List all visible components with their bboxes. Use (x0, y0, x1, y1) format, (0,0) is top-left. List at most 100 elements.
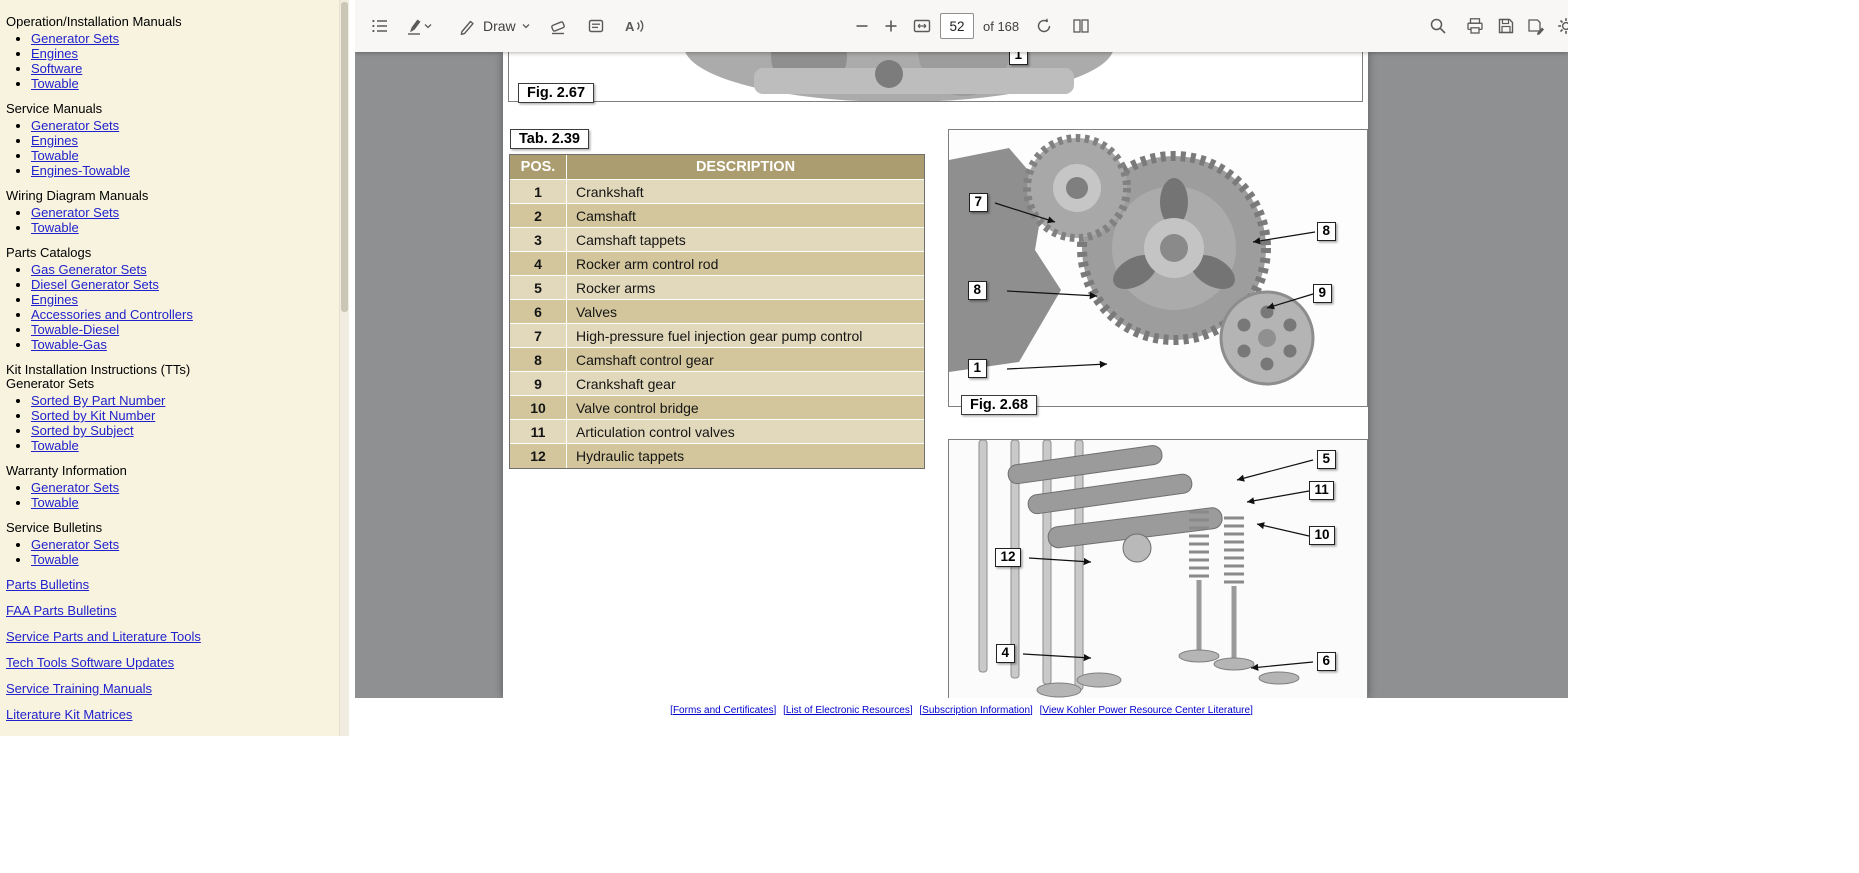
sidebar-link-service-bulletins-towable[interactable]: Towable (31, 552, 79, 567)
page-view-button[interactable] (1066, 11, 1096, 41)
sidebar-link-parts-catalogs-accessories-and-controllers[interactable]: Accessories and Controllers (31, 307, 193, 322)
figure-callout-9: 9 (1313, 284, 1332, 303)
sidebar-link-service-manuals-towable[interactable]: Towable (31, 148, 79, 163)
footer-link-subscription-information[interactable]: Subscription Information (922, 705, 1030, 716)
sidebar-link-parts-catalogs-towable-gas[interactable]: Towable-Gas (31, 337, 107, 352)
add-text-button[interactable] (581, 11, 611, 41)
pos-cell: 11 (510, 420, 567, 444)
sidebar-link-literature-kit-matrices[interactable]: Literature Kit Matrices (6, 707, 132, 722)
zoom-out-button[interactable] (847, 11, 877, 41)
sidebar-section-heading: Parts Catalogs (6, 245, 337, 260)
table-row: 7High-pressure fuel injection gear pump … (510, 324, 924, 348)
page-view-icon (1071, 16, 1091, 36)
gear-train-image (949, 130, 1367, 406)
sidebar-link-kit-installation-instructions-tts-sorted-by-subject[interactable]: Sorted by Subject (31, 423, 134, 438)
sidebar-scrollbar-thumb[interactable] (341, 2, 348, 312)
sidebar-link-tech-tools-software-updates[interactable]: Tech Tools Software Updates (6, 655, 174, 670)
fit-width-icon (912, 16, 932, 36)
pdf-page: 1 Fig. 2.67 Tab. 2.39 POS.DESCRIPTION 1C… (503, 52, 1368, 698)
figure-callout-12: 12 (995, 548, 1021, 567)
sidebar-link-parts-catalogs-towable-diesel[interactable]: Towable-Diesel (31, 322, 119, 337)
sidebar-link-service-manuals-engines[interactable]: Engines (31, 133, 78, 148)
print-button[interactable] (1460, 11, 1490, 41)
sidebar-list-item: Towable-Gas (31, 337, 337, 352)
save-button[interactable] (1491, 11, 1521, 41)
sidebar-link-wiring-diagram-manuals-generator-sets[interactable]: Generator Sets (31, 205, 119, 220)
sidebar-link-parts-catalogs-diesel-generator-sets[interactable]: Diesel Generator Sets (31, 277, 159, 292)
figure-2-68: 78891 (948, 129, 1368, 407)
footer-link-forms-and-certificates[interactable]: Forms and Certificates (673, 705, 774, 716)
footer-link-view-kohler-power-resource-center-literature[interactable]: View Kohler Power Resource Center Litera… (1042, 705, 1250, 716)
sidebar-section-warranty-information: Warranty InformationGenerator SetsTowabl… (6, 463, 337, 510)
draw-chevron-icon (521, 21, 531, 31)
sidebar-link-warranty-information-generator-sets[interactable]: Generator Sets (31, 480, 119, 495)
fit-width-button[interactable] (907, 11, 937, 41)
footer-link-list-of-electronic-resources[interactable]: List of Electronic Resources (786, 705, 910, 716)
zoom-in-button[interactable] (876, 11, 906, 41)
sidebar-section-service-bulletins: Service BulletinsGenerator SetsTowable (6, 520, 337, 567)
pos-cell: 2 (510, 204, 567, 228)
table-row: 3Camshaft tappets (510, 228, 924, 252)
sidebar-link-wiring-diagram-manuals-towable[interactable]: Towable (31, 220, 79, 235)
sidebar-section-subheading: Generator Sets (6, 376, 337, 391)
sidebar-link-kit-installation-instructions-tts-towable[interactable]: Towable (31, 438, 79, 453)
table-row: 1Crankshaft (510, 180, 924, 204)
rotate-button[interactable] (1029, 11, 1059, 41)
save-icon (1496, 16, 1516, 36)
sidebar-list-item: Towable (31, 552, 337, 567)
sidebar-section-operation-installation-manuals: Operation/Installation ManualsGenerator … (6, 14, 337, 91)
settings-button[interactable] (1551, 11, 1568, 41)
sidebar-section-heading: Kit Installation Instructions (TTs) (6, 362, 337, 377)
sidebar-list-item: Engines-Towable (31, 163, 337, 178)
sidebar-link-service-parts-and-literature-tools[interactable]: Service Parts and Literature Tools (6, 629, 201, 644)
page-number-input[interactable] (940, 13, 974, 39)
figure-callout-1: 1 (1009, 52, 1028, 65)
sidebar-link-parts-bulletins[interactable]: Parts Bulletins (6, 577, 89, 592)
erase-tool-button[interactable] (543, 11, 573, 41)
sidebar-link-parts-catalogs-gas-generator-sets[interactable]: Gas Generator Sets (31, 262, 147, 277)
sidebar-list-item: Sorted by Kit Number (31, 408, 337, 423)
print-icon (1465, 16, 1485, 36)
sidebar-standalone-link-row: Service Parts and Literature Tools (6, 629, 337, 644)
draw-tool-button[interactable]: Draw (453, 11, 536, 41)
sidebar-scrollbar[interactable] (339, 0, 349, 736)
description-cell: Hydraulic tappets (567, 444, 924, 468)
description-cell: Valve control bridge (567, 396, 924, 420)
figure-callout-6: 6 (1317, 652, 1336, 671)
sidebar-list-item: Diesel Generator Sets (31, 277, 337, 292)
sidebar-link-operation-installation-manuals-software[interactable]: Software (31, 61, 82, 76)
sidebar-section-list: Generator SetsTowable (6, 205, 337, 235)
sidebar-standalone-link-row: Literature Kit Matrices (6, 707, 337, 722)
sidebar-link-service-bulletins-generator-sets[interactable]: Generator Sets (31, 537, 119, 552)
parts-table: POS.DESCRIPTION 1Crankshaft2Camshaft3Cam… (509, 154, 925, 469)
sidebar-list-item: Engines (31, 46, 337, 61)
search-button[interactable] (1423, 11, 1453, 41)
footer-link-segment: [Forms and Certificates] (670, 705, 776, 716)
sidebar-link-kit-installation-instructions-tts-sorted-by-part-number[interactable]: Sorted By Part Number (31, 393, 165, 408)
figure-callout-11: 11 (1309, 481, 1334, 500)
sidebar-link-service-manuals-generator-sets[interactable]: Generator Sets (31, 118, 119, 133)
table-row: 2Camshaft (510, 204, 924, 228)
highlight-chevron-icon[interactable] (421, 11, 435, 41)
table-of-contents-button[interactable] (365, 11, 395, 41)
sidebar-list-item: Generator Sets (31, 205, 337, 220)
sidebar-link-kit-installation-instructions-tts-sorted-by-kit-number[interactable]: Sorted by Kit Number (31, 408, 155, 423)
figure-valvetrain: 511101246 (948, 439, 1368, 698)
sidebar-link-parts-catalogs-engines[interactable]: Engines (31, 292, 78, 307)
sidebar-link-service-training-manuals[interactable]: Service Training Manuals (6, 681, 152, 696)
sidebar-section-list: Generator SetsTowable (6, 537, 337, 567)
sidebar-link-faa-parts-bulletins[interactable]: FAA Parts Bulletins (6, 603, 117, 618)
save-as-button[interactable] (1521, 11, 1551, 41)
sidebar-link-operation-installation-manuals-generator-sets[interactable]: Generator Sets (31, 31, 119, 46)
sidebar-section-heading: Wiring Diagram Manuals (6, 188, 337, 203)
sidebar-list-item: Engines (31, 133, 337, 148)
pos-cell: 9 (510, 372, 567, 396)
sidebar-link-warranty-information-towable[interactable]: Towable (31, 495, 79, 510)
draw-pen-icon (458, 16, 478, 36)
sidebar-link-operation-installation-manuals-towable[interactable]: Towable (31, 76, 79, 91)
sidebar-link-service-manuals-engines-towable[interactable]: Engines-Towable (31, 163, 130, 178)
read-aloud-button[interactable]: A (619, 11, 649, 41)
description-cell: Crankshaft (567, 180, 924, 204)
sidebar-list-item: Software (31, 61, 337, 76)
sidebar-link-operation-installation-manuals-engines[interactable]: Engines (31, 46, 78, 61)
